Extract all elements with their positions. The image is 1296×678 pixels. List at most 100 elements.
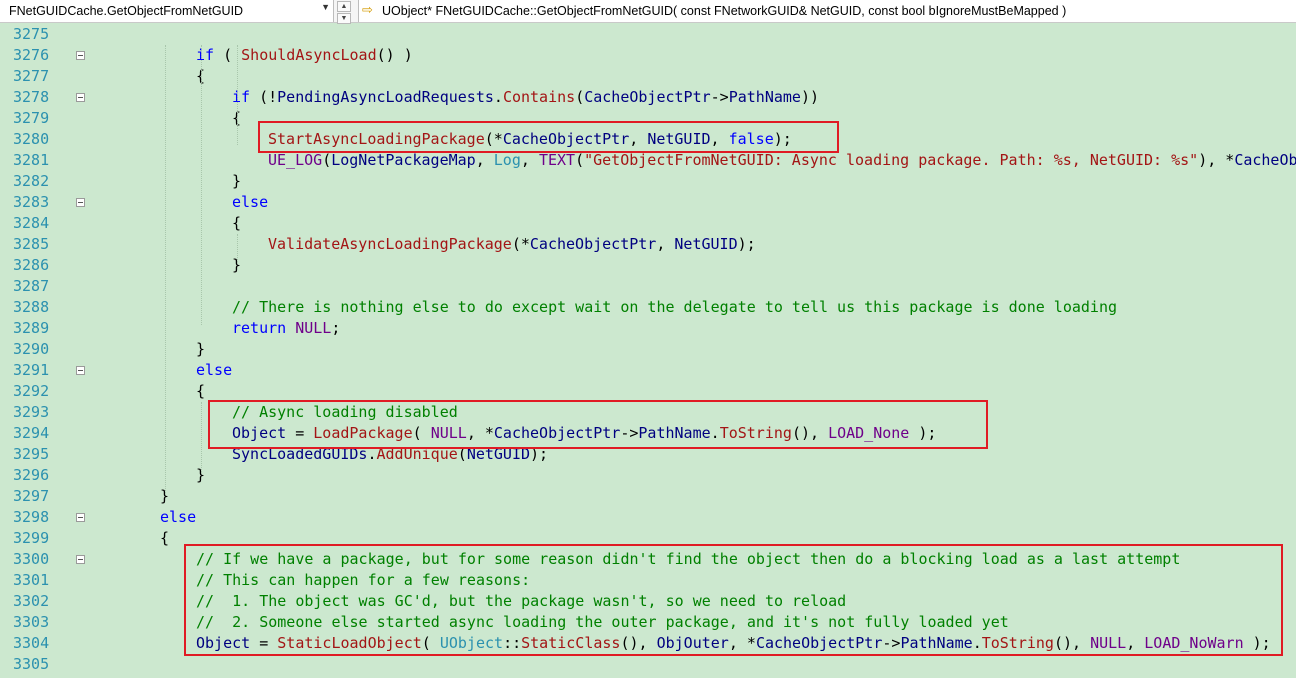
collapse-toggle-icon[interactable] [76,51,85,60]
line-number: 3294 [13,424,50,442]
line-number: 3297 [13,487,50,505]
line-number: 3301 [13,571,50,589]
function-token: Contains [502,88,576,106]
code-line[interactable]: 3290} [0,339,1296,360]
code-line[interactable]: 3289 return NULL; [0,318,1296,339]
code-line[interactable]: 3285 ValidateAsyncLoadingPackage(*CacheOb… [0,234,1296,255]
code-text: else [232,192,268,213]
string-token: "GetObjectFromNetGUID: Async loading pac… [584,151,1199,169]
punctuation-token: } [232,172,242,190]
indent-guide [165,45,166,495]
identifier-token: PendingAsyncLoadRequests [277,88,494,106]
identifier-token: CacheObj [1234,151,1296,169]
punctuation-token: , [475,151,494,169]
code-line[interactable]: 3297} [0,486,1296,507]
punctuation-token: ), * [1198,151,1235,169]
collapse-toggle-icon[interactable] [76,366,85,375]
function-token: ValidateAsyncLoadingPackage [268,235,512,253]
code-line[interactable]: 3298 else [0,507,1296,528]
code-text: ValidateAsyncLoadingPackage(*CacheObject… [268,234,756,255]
comment-token: // There is nothing else to do except wa… [232,298,1118,316]
punctuation-token: -> [710,88,729,106]
method-arrow-icon: ⇨ [362,2,373,17]
punctuation-token: )) [800,88,820,106]
indent-guide [201,45,202,325]
line-number: 3281 [13,151,50,169]
code-line[interactable]: 3278 if (!PendingAsyncLoadRequests.Contai… [0,87,1296,108]
line-number: 3304 [13,634,50,652]
identifier-token: CacheObjectPtr [529,235,657,253]
line-number: 3282 [13,172,50,190]
collapse-toggle-icon[interactable] [76,555,85,564]
line-number: 3288 [13,298,50,316]
highlight-box-start-async-loading [258,121,839,153]
punctuation-token: . [493,88,503,106]
identifier-token: LogNetPackageMap [331,151,476,169]
punctuation-token: { [160,529,170,547]
macro-token: UE_LOG [268,151,323,169]
code-line[interactable]: 3284 { [0,213,1296,234]
code-line[interactable]: 3292 { [0,381,1296,402]
punctuation-token: ); [737,235,756,253]
punctuation-token: , [656,235,675,253]
scroll-nav-buttons: ▲ ▼ [337,1,351,24]
collapse-toggle-icon[interactable] [76,513,85,522]
code-line[interactable]: 3275 [0,24,1296,45]
punctuation-token: } [196,340,206,358]
code-line[interactable]: 3277{ [0,66,1296,87]
identifier-token: NetGUID [674,235,738,253]
code-text: UE_LOG(LogNetPackageMap, Log, TEXT("GetO… [268,150,1296,171]
code-text: if ( ShouldAsyncLoad() ) [196,45,413,66]
line-number: 3285 [13,235,50,253]
line-number: 3295 [13,445,50,463]
scope-dropdown-value: FNetGUIDCache.GetObjectFromNetGUID [9,4,244,18]
line-number: 3284 [13,214,50,232]
line-number: 3303 [13,613,50,631]
member-signature: UObject* FNetGUIDCache::GetObjectFromNet… [382,4,1067,18]
code-line[interactable]: 3283 else [0,192,1296,213]
collapse-toggle-icon[interactable] [76,93,85,102]
code-text: if (!PendingAsyncLoadRequests.Contains(C… [232,87,819,108]
code-text: else [160,507,196,528]
code-line[interactable]: 3281 UE_LOG(LogNetPackageMap, Log, TEXT("… [0,150,1296,171]
code-line[interactable]: 3291 else [0,360,1296,381]
code-line[interactable]: 3305 [0,654,1296,675]
punctuation-token: { [232,214,242,232]
code-line[interactable]: 3286} [0,255,1296,276]
macro-token: NULL [295,319,332,337]
line-number: 3298 [13,508,50,526]
line-number: 3280 [13,130,50,148]
indent-guide [237,234,238,264]
keyword-token: else [232,193,269,211]
code-text: } [196,339,205,360]
line-number: 3286 [13,256,50,274]
line-number: 3287 [13,277,50,295]
line-number: 3277 [13,67,50,85]
code-line[interactable]: 3282} [0,171,1296,192]
line-number: 3276 [13,46,50,64]
collapse-toggle-icon[interactable] [76,198,85,207]
line-number: 3275 [13,25,50,43]
code-editor[interactable]: 3305 3304 Object = StaticLoadObject( UObje… [0,23,1296,678]
member-dropdown[interactable]: ⇨ UObject* FNetGUIDCache::GetObjectFromN… [358,0,1296,22]
line-number: 3299 [13,529,50,547]
code-line[interactable]: 3296} [0,465,1296,486]
code-text: } [232,171,241,192]
punctuation-token: ; [331,319,341,337]
code-text: { [196,381,205,402]
highlight-box-static-load-object [184,544,1283,656]
line-number: 3293 [13,403,50,421]
code-line[interactable]: 3276 if ( ShouldAsyncLoad() ) [0,45,1296,66]
code-text: { [160,528,169,549]
punctuation-token: , [520,151,539,169]
scope-dropdown[interactable]: FNetGUIDCache.GetObjectFromNetGUID ▼ [0,0,334,22]
identifier-token: PathName [728,88,801,106]
code-line[interactable]: 3287 [0,276,1296,297]
chevron-down-icon[interactable]: ▼ [321,2,330,12]
code-line[interactable]: 3288 // There is nothing else to do excep… [0,297,1296,318]
keyword-token: if [196,46,215,64]
punctuation-token: ( [575,151,585,169]
nav-up-button[interactable]: ▲ [337,1,351,12]
editor-navigation-bar: FNetGUIDCache.GetObjectFromNetGUID ▼ ▲ ▼… [0,0,1296,24]
indent-guide [237,45,238,145]
